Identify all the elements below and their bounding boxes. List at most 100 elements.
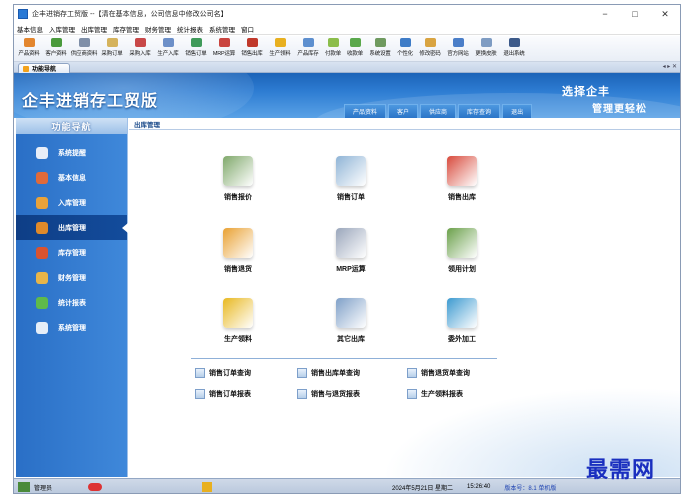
report-icon — [407, 368, 417, 378]
toolbar-button-5[interactable]: 采购入库 — [126, 36, 154, 62]
toolbar-button-13[interactable]: 收款单 — [344, 36, 366, 62]
maximize-button[interactable]: □ — [620, 5, 650, 23]
toolbar-label: 系统设置 — [369, 51, 391, 57]
topnav-exit[interactable]: 退出 — [502, 104, 533, 118]
toolbar-button-11[interactable]: 产品库存 — [294, 36, 322, 62]
sidebar-item-finance[interactable]: 财务管理 — [16, 265, 127, 290]
button-label: MRP运算 — [336, 266, 366, 273]
box-out-icon — [36, 221, 48, 234]
close-button[interactable]: ✕ — [650, 5, 680, 23]
sidebar-item-basic-info[interactable]: 基本信息 — [16, 165, 127, 190]
sales-outbound-button[interactable]: 销售出库 — [427, 156, 497, 216]
toolbar-button-16[interactable]: 修改密码 — [416, 36, 444, 62]
main-content: 出库管理 销售报价 销售订单 销售出库 销售退货 MRP运算 领用计划 生产领料… — [129, 118, 680, 477]
toolbar-icon — [274, 38, 286, 47]
status-time: 15:26:40 — [467, 484, 491, 490]
toolbar-label: 供应商资料 — [70, 51, 98, 57]
sidebar-item-outbound[interactable]: 出库管理 — [16, 215, 128, 240]
tab-label: 功能导航 — [32, 67, 57, 73]
info-icon — [36, 146, 48, 159]
topnav-supplier[interactable]: 供应商 — [420, 104, 457, 118]
title-bar: 企丰进销存工贸版 --【清在基本信息，公司信息中修改公司名】 − □ ✕ — [14, 5, 680, 23]
sales-return-button[interactable]: 销售退货 — [203, 228, 273, 288]
tools-icon — [36, 321, 48, 334]
menu-item-outbound[interactable]: 出库管理 — [78, 24, 110, 34]
other-outbound-button[interactable]: 其它出库 — [316, 298, 386, 358]
calculator-icon — [336, 228, 366, 258]
toolbar-icon — [190, 38, 202, 47]
menu-item-basic-info[interactable]: 基本信息 — [14, 24, 46, 34]
sidebar-item-reports[interactable]: 统计报表 — [16, 290, 127, 315]
status-bar: 管理员 2024年5月21日 星期二 15:26:40 版本号：8.1 单机版 — [14, 478, 680, 493]
toolbar-button-14[interactable]: 系统设置 — [366, 36, 394, 62]
status-version: 版本号：8.1 单机版 — [504, 485, 557, 492]
box-in-icon — [36, 196, 48, 209]
toolbar-button-19[interactable]: 退出系统 — [500, 36, 528, 62]
topnav-product[interactable]: 产品资料 — [344, 104, 387, 118]
tab-icon — [23, 65, 29, 72]
toolbar-button-17[interactable]: 官方网站 — [444, 36, 472, 62]
toolbar-label: 收款单 — [347, 51, 363, 57]
toolbar-label: 销售出库 — [241, 51, 263, 57]
toolbar-icon — [78, 38, 90, 47]
sidebar-item-label: 统计报表 — [58, 299, 86, 307]
toolbar-icon — [349, 38, 361, 47]
sales-order-query-link[interactable]: 销售订单查询 — [195, 368, 251, 378]
sidebar-item-label: 系统提醒 — [58, 149, 86, 157]
sales-order-report-link[interactable]: 销售订单报表 — [195, 389, 251, 399]
sales-outbound-query-link[interactable]: 销售出库单查询 — [297, 368, 360, 378]
topnav-customer[interactable]: 客户 — [388, 104, 419, 118]
minimize-button[interactable]: − — [590, 5, 620, 23]
toolbar-button-3[interactable]: 供应商资料 — [70, 36, 98, 62]
sidebar-item-system[interactable]: 系统管理 — [16, 315, 127, 340]
sales-quote-button[interactable]: 销售报价 — [203, 156, 273, 216]
mrp-calc-button[interactable]: MRP运算 — [316, 228, 386, 288]
menu-item-reports[interactable]: 统计报表 — [174, 24, 206, 34]
basket-minus-icon — [223, 298, 253, 328]
toolbar-button-4[interactable]: 采购订单 — [98, 36, 126, 62]
toolbar-button-18[interactable]: 更换皮肤 — [472, 36, 500, 62]
tab-nav-controls[interactable]: ◂ ▸ ✕ — [663, 63, 677, 70]
menu-item-system[interactable]: 系统管理 — [206, 24, 238, 34]
sales-order-button[interactable]: 销售订单 — [316, 156, 386, 216]
sidebar-item-system-reminder[interactable]: 系统提醒 — [16, 140, 127, 165]
toolbar-button-1[interactable]: 产品资料 — [16, 36, 42, 62]
toolbar-label: 生产领料 — [269, 51, 291, 57]
toolbar-button-15[interactable]: 个性化 — [394, 36, 416, 62]
report-icon — [195, 389, 205, 399]
menu-item-inbound[interactable]: 入库管理 — [46, 24, 78, 34]
usage-plan-button[interactable]: 领用计划 — [427, 228, 497, 288]
sidebar-item-label: 系统管理 — [58, 324, 86, 332]
production-picking-report-link[interactable]: 生产领料报表 — [407, 389, 463, 399]
sidebar-item-label: 财务管理 — [58, 274, 86, 282]
button-label: 领用计划 — [448, 266, 476, 273]
toolbar-button-9[interactable]: 销售出库 — [238, 36, 266, 62]
menu-item-finance[interactable]: 财务管理 — [142, 24, 174, 34]
topnav-stock-query[interactable]: 库存查询 — [458, 104, 501, 118]
sidebar-item-inventory[interactable]: 库存管理 — [16, 240, 127, 265]
toolbar-button-7[interactable]: 销售订单 — [182, 36, 210, 62]
sales-return-query-link[interactable]: 销售退货单查询 — [407, 368, 470, 378]
brand-title: 企丰进销存工贸版 — [22, 91, 159, 110]
sidebar-item-inbound[interactable]: 入库管理 — [16, 190, 127, 215]
report-icon — [195, 368, 205, 378]
sidebar-item-label: 出库管理 — [58, 224, 86, 232]
tab-function-nav[interactable]: 功能导航 — [18, 63, 70, 73]
breadcrumb-label: 出库管理 — [134, 121, 160, 129]
status-datetime: 2024年5月21日 星期二 — [392, 485, 454, 492]
toolbar-icon — [246, 38, 258, 47]
menu-item-inventory[interactable]: 库存管理 — [110, 24, 142, 34]
toolbar-button-12[interactable]: 付款单 — [322, 36, 344, 62]
toolbar-label: 采购订单 — [101, 51, 123, 57]
production-picking-button[interactable]: 生产领料 — [203, 298, 273, 358]
toolbar-button-10[interactable]: 生产领料 — [266, 36, 294, 62]
toolbar-button-6[interactable]: 生产入库 — [154, 36, 182, 62]
outsourcing-button[interactable]: 委外加工 — [427, 298, 497, 358]
sales-return-report-link[interactable]: 销售与退货报表 — [297, 389, 360, 399]
report-icon — [297, 368, 307, 378]
toolbar-button-8[interactable]: MRP运算 — [210, 36, 238, 62]
menu-item-window[interactable]: 窗口 — [238, 24, 257, 34]
toolbar-icon — [452, 38, 464, 47]
toolbar-icon — [327, 38, 339, 47]
toolbar-button-2[interactable]: 客户资料 — [42, 36, 70, 62]
